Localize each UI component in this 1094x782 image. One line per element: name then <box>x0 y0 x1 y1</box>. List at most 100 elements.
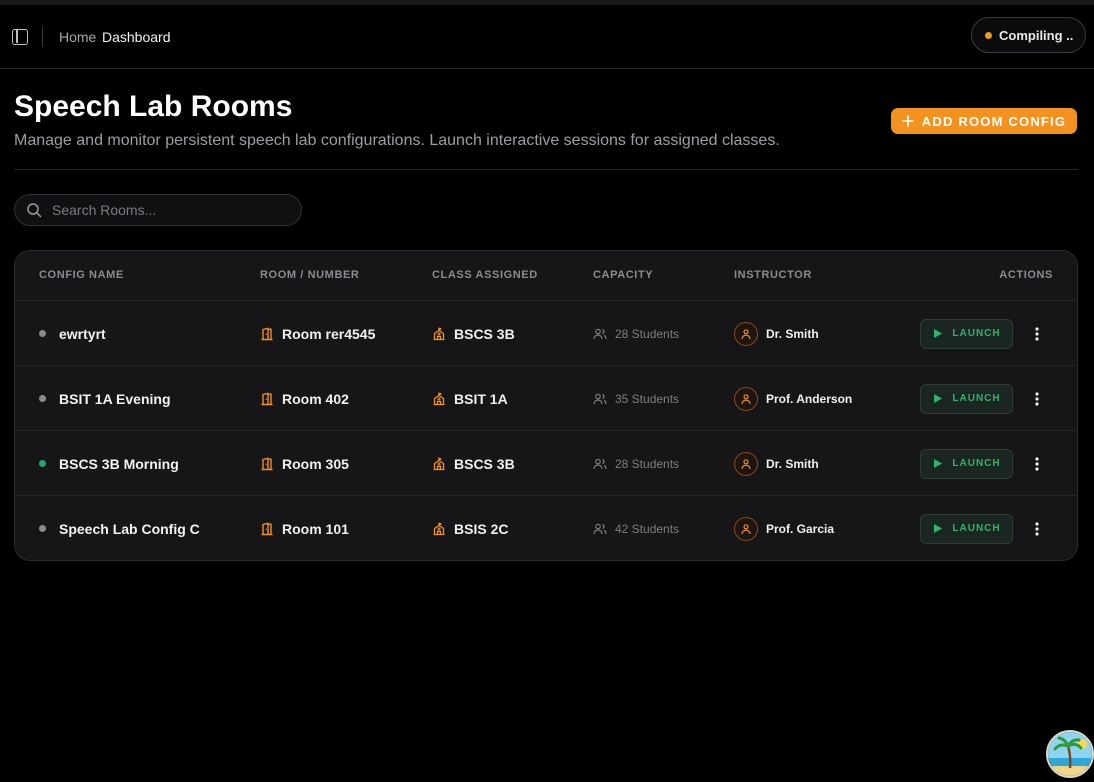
col-config-name: CONFIG NAME <box>39 269 124 281</box>
status-dot <box>39 395 46 402</box>
capacity-cell: 42 Students <box>593 496 680 560</box>
config-name-cell: ewrtyrt <box>39 301 106 366</box>
title-divider <box>14 169 1078 170</box>
status-dot-icon <box>985 31 992 39</box>
actions-cell: LAUNCH <box>920 431 1013 496</box>
rooms-table: CONFIG NAME ROOM / NUMBER CLASS ASSIGNED… <box>14 250 1078 561</box>
play-icon <box>934 524 943 533</box>
room-cell: Room 402 <box>260 366 349 431</box>
users-icon <box>593 392 607 406</box>
table-row[interactable]: BSCS 3B Morning Room 305 BSCS 3B 28 Student… <box>15 431 1077 496</box>
actions-cell: LAUNCH <box>920 301 1013 366</box>
launch-button[interactable]: LAUNCH <box>920 448 1013 479</box>
users-icon <box>593 522 607 536</box>
launch-label: LAUNCH <box>952 523 1001 534</box>
room-cell: Room 101 <box>260 496 349 560</box>
more-cell <box>1027 431 1047 496</box>
config-name-cell: Speech Lab Config C <box>39 496 200 560</box>
instructor-avatar-icon <box>734 451 758 476</box>
config-name-cell: BSCS 3B Morning <box>39 431 179 496</box>
breadcrumb-current: Dashboard <box>102 29 171 45</box>
more-options-icon[interactable] <box>1027 514 1047 544</box>
table-row[interactable]: BSIT 1A Evening Room 402 BSIT 1A 35 Student… <box>15 366 1077 431</box>
capacity: 42 Students <box>615 521 680 536</box>
room-cell: Room rer4545 <box>260 301 375 366</box>
config-name: BSCS 3B Morning <box>59 455 179 472</box>
class-cell: BSCS 3B <box>432 301 515 366</box>
more-cell <box>1027 301 1047 366</box>
capacity: 35 Students <box>615 391 680 406</box>
instructor-cell: Dr. Smith <box>734 301 819 366</box>
school-icon <box>432 392 446 406</box>
launch-button[interactable]: LAUNCH <box>920 318 1013 349</box>
more-cell <box>1027 366 1047 431</box>
more-cell <box>1027 496 1047 560</box>
sidebar-toggle-icon[interactable] <box>12 29 28 45</box>
actions-cell: LAUNCH <box>920 496 1013 560</box>
search-box[interactable] <box>14 194 302 226</box>
col-class-assigned: CLASS ASSIGNED <box>432 269 538 281</box>
launch-button[interactable]: LAUNCH <box>920 383 1013 414</box>
school-icon <box>432 327 446 341</box>
play-icon <box>934 394 943 403</box>
config-name: Speech Lab Config C <box>59 520 200 537</box>
status-label: Compiling .. <box>999 27 1074 43</box>
instructor-cell: Prof. Anderson <box>734 366 852 431</box>
instructor-name: Dr. Smith <box>766 456 819 471</box>
room-number: Room 101 <box>282 520 349 537</box>
col-capacity: CAPACITY <box>593 269 654 281</box>
instructor-name: Prof. Anderson <box>766 391 853 406</box>
capacity-cell: 35 Students <box>593 366 679 431</box>
play-icon <box>934 459 943 468</box>
user-avatar[interactable] <box>1046 730 1094 778</box>
launch-label: LAUNCH <box>952 458 1001 469</box>
instructor-avatar-icon <box>734 321 758 346</box>
plus-icon <box>901 115 914 127</box>
room-number: Room 305 <box>282 455 349 472</box>
instructor-avatar-icon <box>734 386 758 411</box>
status-dot <box>39 525 46 532</box>
status-dot <box>39 330 46 337</box>
more-options-icon[interactable] <box>1027 319 1047 349</box>
search-icon <box>27 203 42 218</box>
breadcrumb-home[interactable]: Home <box>59 29 96 45</box>
add-room-config-button[interactable]: ADD ROOM CONFIG <box>891 108 1077 134</box>
compile-status-badge[interactable]: Compiling .. <box>971 17 1086 53</box>
door-icon <box>260 327 274 341</box>
door-icon <box>260 522 274 536</box>
launch-label: LAUNCH <box>952 328 1001 339</box>
users-icon <box>593 327 607 341</box>
room-number: Room rer4545 <box>282 325 376 342</box>
class-cell: BSIS 2C <box>432 496 509 560</box>
class-assigned: BSCS 3B <box>454 325 515 342</box>
header-divider <box>42 27 43 47</box>
capacity-cell: 28 Students <box>593 431 679 496</box>
config-name: ewrtyrt <box>59 325 106 342</box>
room-cell: Room 305 <box>260 431 349 496</box>
more-options-icon[interactable] <box>1027 449 1047 479</box>
table-row[interactable]: ewrtyrt Room rer4545 BSCS 3B 28 Students Dr.… <box>15 301 1077 366</box>
class-assigned: BSIT 1A <box>454 390 508 407</box>
search-input[interactable] <box>52 202 282 218</box>
config-name-cell: BSIT 1A Evening <box>39 366 171 431</box>
room-number: Room 402 <box>282 390 349 407</box>
col-room-number: ROOM / NUMBER <box>260 269 360 281</box>
play-icon <box>934 329 943 338</box>
capacity: 28 Students <box>615 326 680 341</box>
class-assigned: BSCS 3B <box>454 455 515 472</box>
table-row[interactable]: Speech Lab Config C Room 101 BSIS 2C 42 Stu… <box>15 496 1077 560</box>
instructor-avatar-icon <box>734 516 758 541</box>
school-icon <box>432 457 446 471</box>
class-assigned: BSIS 2C <box>454 520 509 537</box>
page-subtitle: Manage and monitor persistent speech lab… <box>14 132 780 149</box>
top-header: Home Dashboard Compiling .. <box>0 5 1094 69</box>
beach-avatar-icon <box>1048 732 1092 776</box>
launch-button[interactable]: LAUNCH <box>920 513 1013 544</box>
capacity: 28 Students <box>615 456 680 471</box>
actions-cell: LAUNCH <box>920 366 1013 431</box>
more-options-icon[interactable] <box>1027 384 1047 414</box>
instructor-name: Dr. Smith <box>766 326 819 341</box>
col-actions: ACTIONS <box>999 269 1053 281</box>
page-title: Speech Lab Rooms <box>14 90 293 123</box>
launch-label: LAUNCH <box>952 393 1001 404</box>
